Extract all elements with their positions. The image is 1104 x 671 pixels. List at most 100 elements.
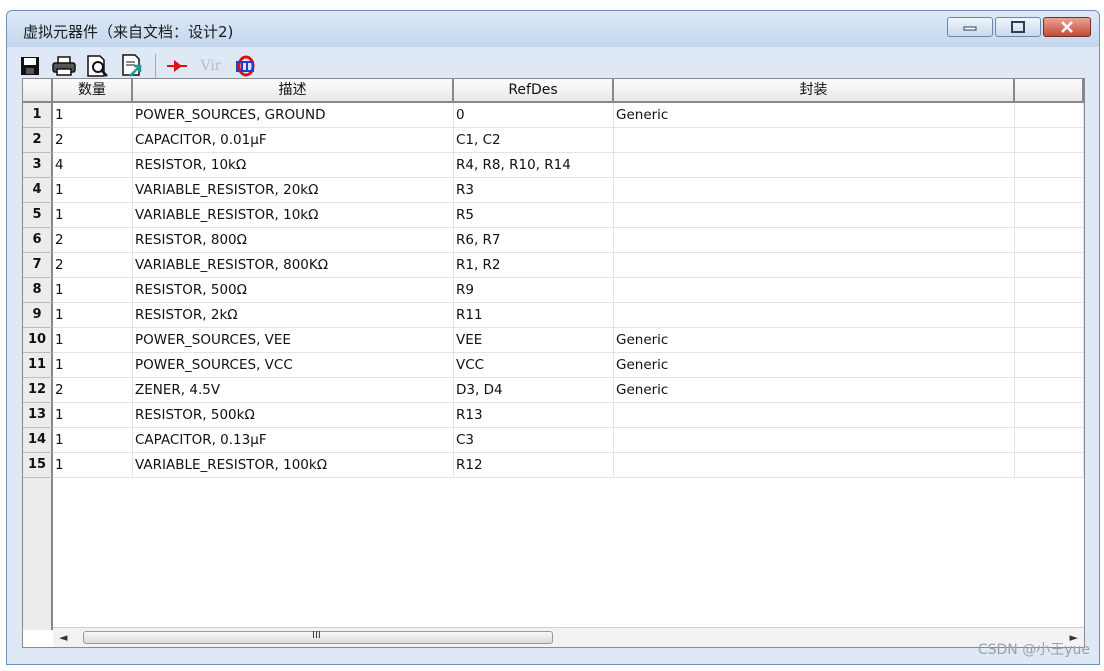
description-cell[interactable]: POWER_SOURCES, VEE	[133, 328, 454, 353]
description-cell[interactable]: VARIABLE_RESISTOR, 100kΩ	[133, 453, 454, 478]
refdes-cell[interactable]: R12	[454, 453, 614, 478]
row-number[interactable]: 8	[23, 278, 53, 303]
package-cell[interactable]: Generic	[614, 353, 1015, 378]
quantity-cell[interactable]: 1	[53, 303, 133, 328]
description-cell[interactable]: VARIABLE_RESISTOR, 10kΩ	[133, 203, 454, 228]
row-number[interactable]: 3	[23, 153, 53, 178]
column-header-extra[interactable]	[1015, 79, 1084, 103]
package-cell[interactable]	[614, 403, 1015, 428]
description-cell[interactable]: POWER_SOURCES, VCC	[133, 353, 454, 378]
extra-cell[interactable]	[1015, 403, 1084, 428]
maximize-button[interactable]	[995, 17, 1041, 37]
row-number[interactable]: 4	[23, 178, 53, 203]
vir-button[interactable]: Vir	[198, 53, 224, 79]
refdes-cell[interactable]: VEE	[454, 328, 614, 353]
quantity-cell[interactable]: 1	[53, 203, 133, 228]
quantity-cell[interactable]: 1	[53, 403, 133, 428]
refdes-cell[interactable]: C1, C2	[454, 128, 614, 153]
row-number[interactable]: 6	[23, 228, 53, 253]
extra-cell[interactable]	[1015, 278, 1084, 303]
package-cell[interactable]	[614, 253, 1015, 278]
horizontal-scrollbar[interactable]: ◄ III ►	[53, 627, 1084, 647]
extra-cell[interactable]	[1015, 128, 1084, 153]
refdes-cell[interactable]: R9	[454, 278, 614, 303]
refdes-cell[interactable]: R1, R2	[454, 253, 614, 278]
extra-cell[interactable]	[1015, 203, 1084, 228]
print-preview-button[interactable]	[85, 53, 111, 79]
description-cell[interactable]: CAPACITOR, 0.01µF	[133, 128, 454, 153]
quantity-cell[interactable]: 1	[53, 428, 133, 453]
description-cell[interactable]: CAPACITOR, 0.13µF	[133, 428, 454, 453]
row-number[interactable]: 14	[23, 428, 53, 453]
package-cell[interactable]: Generic	[614, 328, 1015, 353]
package-cell[interactable]: Generic	[614, 378, 1015, 403]
row-number[interactable]: 12	[23, 378, 53, 403]
quantity-cell[interactable]: 1	[53, 353, 133, 378]
description-cell[interactable]: RESISTOR, 2kΩ	[133, 303, 454, 328]
column-header-package[interactable]: 封装	[614, 79, 1015, 103]
extra-cell[interactable]	[1015, 353, 1084, 378]
row-number[interactable]: 7	[23, 253, 53, 278]
refdes-cell[interactable]: 0	[454, 103, 614, 128]
package-cell[interactable]	[614, 228, 1015, 253]
extra-cell[interactable]	[1015, 228, 1084, 253]
column-header-quantity[interactable]: 数量	[53, 79, 133, 103]
refdes-cell[interactable]: R11	[454, 303, 614, 328]
description-cell[interactable]: RESISTOR, 10kΩ	[133, 153, 454, 178]
title-bar[interactable]: 虚拟元器件（来自文档：设计2)	[7, 11, 1099, 47]
description-cell[interactable]: VARIABLE_RESISTOR, 800KΩ	[133, 253, 454, 278]
quantity-cell[interactable]: 2	[53, 378, 133, 403]
package-cell[interactable]	[614, 128, 1015, 153]
extra-cell[interactable]	[1015, 153, 1084, 178]
description-cell[interactable]: RESISTOR, 500kΩ	[133, 403, 454, 428]
refdes-cell[interactable]: R4, R8, R10, R14	[454, 153, 614, 178]
arrow-tool-button[interactable]	[164, 53, 190, 79]
package-cell[interactable]	[614, 203, 1015, 228]
refdes-cell[interactable]: R3	[454, 178, 614, 203]
extra-cell[interactable]	[1015, 428, 1084, 453]
row-number[interactable]: 10	[23, 328, 53, 353]
refdes-cell[interactable]: D3, D4	[454, 378, 614, 403]
row-number[interactable]: 11	[23, 353, 53, 378]
refdes-cell[interactable]: VCC	[454, 353, 614, 378]
extra-cell[interactable]	[1015, 453, 1084, 478]
extra-cell[interactable]	[1015, 103, 1084, 128]
package-cell[interactable]: Generic	[614, 103, 1015, 128]
description-cell[interactable]: VARIABLE_RESISTOR, 20kΩ	[133, 178, 454, 203]
quantity-cell[interactable]: 1	[53, 278, 133, 303]
description-cell[interactable]: RESISTOR, 800Ω	[133, 228, 454, 253]
package-cell[interactable]	[614, 153, 1015, 178]
quantity-cell[interactable]: 1	[53, 453, 133, 478]
column-header-description[interactable]: 描述	[133, 79, 454, 103]
package-cell[interactable]	[614, 303, 1015, 328]
refdes-cell[interactable]: R13	[454, 403, 614, 428]
corner-header[interactable]	[23, 79, 53, 103]
quantity-cell[interactable]: 2	[53, 128, 133, 153]
extra-cell[interactable]	[1015, 378, 1084, 403]
quantity-cell[interactable]: 1	[53, 328, 133, 353]
refdes-cell[interactable]: R5	[454, 203, 614, 228]
quantity-cell[interactable]: 1	[53, 178, 133, 203]
quantity-cell[interactable]: 2	[53, 228, 133, 253]
minimize-button[interactable]	[947, 17, 993, 37]
extra-cell[interactable]	[1015, 328, 1084, 353]
save-button[interactable]	[17, 53, 43, 79]
package-cell[interactable]	[614, 453, 1015, 478]
package-cell[interactable]	[614, 178, 1015, 203]
print-button[interactable]	[51, 53, 77, 79]
column-header-refdes[interactable]: RefDes	[454, 79, 614, 103]
scroll-thumb[interactable]: III	[83, 630, 553, 644]
description-cell[interactable]: RESISTOR, 500Ω	[133, 278, 454, 303]
refdes-cell[interactable]: R6, R7	[454, 228, 614, 253]
scroll-left-arrow-icon[interactable]: ◄	[59, 631, 67, 644]
package-cell[interactable]	[614, 428, 1015, 453]
description-cell[interactable]: ZENER, 4.5V	[133, 378, 454, 403]
extra-cell[interactable]	[1015, 178, 1084, 203]
row-number[interactable]: 9	[23, 303, 53, 328]
export-button[interactable]	[119, 53, 145, 79]
row-number[interactable]: 5	[23, 203, 53, 228]
extra-cell[interactable]	[1015, 303, 1084, 328]
quantity-cell[interactable]: 1	[53, 103, 133, 128]
row-number[interactable]: 1	[23, 103, 53, 128]
row-number[interactable]: 15	[23, 453, 53, 478]
